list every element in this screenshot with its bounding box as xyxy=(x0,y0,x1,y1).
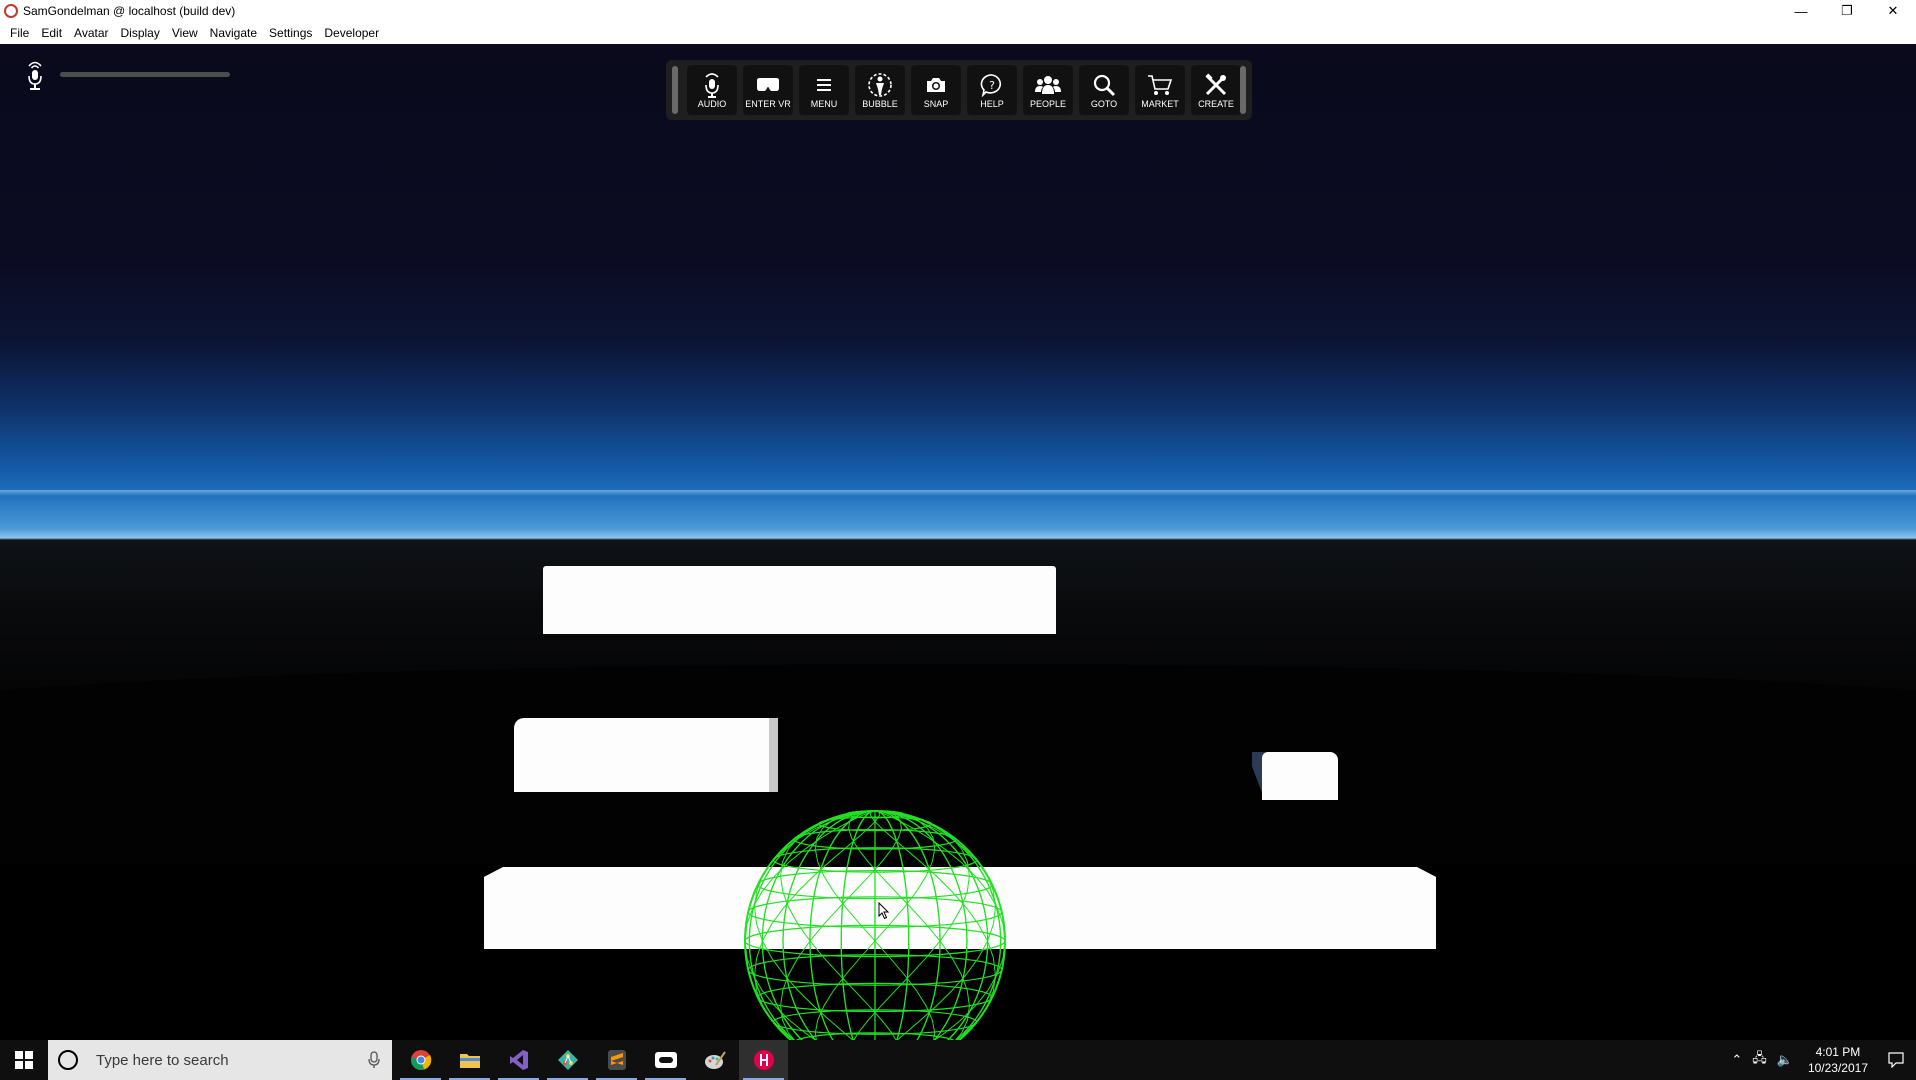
cortana-icon xyxy=(58,1050,78,1070)
tray-chevron-icon[interactable]: ⌃ xyxy=(1731,1052,1742,1068)
3d-viewport[interactable] xyxy=(0,44,1916,1040)
oculus-icon xyxy=(654,1052,677,1068)
audio-level-meter xyxy=(60,72,230,77)
window-title: SamGondelman @ localhost (build dev) xyxy=(23,4,236,18)
taskbar-app-paint[interactable] xyxy=(690,1040,739,1080)
help-icon: ? xyxy=(979,72,1005,98)
hifi-toolbar: AUDIO ENTER VR MENU BUBBLE SNAP ? HELP P… xyxy=(666,60,1252,120)
toolbar-people-label: PEOPLE xyxy=(1029,98,1067,109)
network-icon[interactable]: 🖧 xyxy=(1752,1049,1767,1071)
toolbar-menu-label: MENU xyxy=(810,98,838,109)
hud-mic-icon[interactable] xyxy=(25,60,45,90)
taskbar-apps xyxy=(396,1040,788,1080)
search-mic-icon[interactable] xyxy=(368,1051,380,1069)
menu-navigate[interactable]: Navigate xyxy=(204,26,263,40)
folder-icon xyxy=(459,1054,480,1068)
wireframe-sphere[interactable] xyxy=(715,781,1035,1040)
paint-icon xyxy=(704,1051,726,1069)
sublime-text-icon xyxy=(607,1050,626,1070)
search-placeholder: Type here to search xyxy=(96,1051,229,1069)
toolbar-create-label: CREATE xyxy=(1198,98,1234,109)
toolbar-help-label: HELP xyxy=(980,98,1004,109)
toolbar-bubble-label: BUBBLE xyxy=(862,98,898,109)
chrome-icon xyxy=(410,1050,431,1070)
people-icon xyxy=(1035,72,1061,98)
visual-studio-icon xyxy=(509,1050,528,1070)
menu-edit[interactable]: Edit xyxy=(35,26,68,40)
toolbar-audio-button[interactable]: AUDIO xyxy=(687,65,737,115)
menu-avatar[interactable]: Avatar xyxy=(68,26,114,40)
close-button[interactable]: ✕ xyxy=(1870,0,1916,22)
window-controls: — ❐ ✕ xyxy=(1778,0,1916,22)
vr-headset-icon xyxy=(755,72,781,98)
tray-clock[interactable]: 4:01 PM 10/23/2017 xyxy=(1808,1044,1868,1076)
mic-icon xyxy=(699,72,725,98)
white-block-top[interactable] xyxy=(543,566,1056,634)
menu-developer[interactable]: Developer xyxy=(318,26,385,40)
start-button[interactable] xyxy=(0,1040,48,1080)
tools-icon xyxy=(1203,72,1229,98)
taskbar-app-git-client[interactable] xyxy=(543,1040,592,1080)
taskbar-app-visual-studio[interactable] xyxy=(494,1040,543,1080)
mouse-cursor-icon xyxy=(878,902,890,920)
bubble-icon xyxy=(867,72,893,98)
menu-settings[interactable]: Settings xyxy=(263,26,318,40)
toolbar-people-button[interactable]: PEOPLE xyxy=(1023,65,1073,115)
title-bar: SamGondelman @ localhost (build dev) — ❐… xyxy=(0,0,1916,22)
taskbar-search-box[interactable]: Type here to search xyxy=(48,1040,392,1080)
git-client-icon xyxy=(557,1050,578,1070)
menu-file[interactable]: File xyxy=(4,26,35,40)
cart-icon xyxy=(1147,72,1173,98)
restore-button[interactable]: ❐ xyxy=(1824,0,1870,22)
toolbar-audio-label: AUDIO xyxy=(697,98,727,109)
toolbar-enter-vr-label: ENTER VR xyxy=(745,98,791,109)
toolbar-menu-button[interactable]: MENU xyxy=(799,65,849,115)
toolbar-bubble-button[interactable]: BUBBLE xyxy=(855,65,905,115)
minimize-button[interactable]: — xyxy=(1778,0,1824,22)
taskbar-app-chrome[interactable] xyxy=(396,1040,445,1080)
toolbar-help-button[interactable]: ? HELP xyxy=(967,65,1017,115)
menu-bar: File Edit Avatar Display View Navigate S… xyxy=(0,22,1916,44)
magnifier-icon xyxy=(1091,72,1117,98)
clock-time: 4:01 PM xyxy=(1815,1045,1861,1059)
horizon-glow xyxy=(0,490,1916,496)
clock-date: 10/23/2017 xyxy=(1807,1061,1868,1075)
taskbar-app-high-fidelity[interactable] xyxy=(739,1040,788,1080)
toolbar-enter-vr-button[interactable]: ENTER VR xyxy=(743,65,793,115)
app-logo-icon xyxy=(4,4,18,18)
taskbar-app-file-explorer[interactable] xyxy=(445,1040,494,1080)
menu-display[interactable]: Display xyxy=(115,26,166,40)
toolbar-handle-left[interactable] xyxy=(672,66,678,114)
taskbar-app-oculus[interactable] xyxy=(641,1040,690,1080)
windows-taskbar: Type here to search ⌃ 🖧 🔈 4:01 PM 10/23/… xyxy=(0,1040,1916,1080)
toolbar-goto-label: GOTO xyxy=(1090,98,1118,109)
toolbar-market-label: MARKET xyxy=(1141,98,1179,109)
toolbar-goto-button[interactable]: GOTO xyxy=(1079,65,1129,115)
taskbar-app-sublime-text[interactable] xyxy=(592,1040,641,1080)
windows-logo-icon xyxy=(15,1051,33,1069)
notification-icon xyxy=(1888,1052,1904,1068)
action-center-button[interactable] xyxy=(1876,1040,1916,1080)
toolbar-snap-button[interactable]: SNAP xyxy=(911,65,961,115)
toolbar-create-button[interactable]: CREATE xyxy=(1191,65,1241,115)
menu-view[interactable]: View xyxy=(166,26,204,40)
volume-icon[interactable]: 🔈 xyxy=(1777,1052,1793,1068)
high-fidelity-icon xyxy=(753,1050,774,1070)
svg-text:?: ? xyxy=(989,79,995,92)
toolbar-snap-label: SNAP xyxy=(923,98,949,109)
hamburger-icon xyxy=(811,72,837,98)
toolbar-handle-right[interactable] xyxy=(1240,66,1246,114)
camera-icon xyxy=(923,72,949,98)
system-tray: ⌃ 🖧 🔈 4:01 PM 10/23/2017 xyxy=(1726,1040,1916,1080)
toolbar-market-button[interactable]: MARKET xyxy=(1135,65,1185,115)
white-block-small[interactable] xyxy=(1262,752,1338,800)
